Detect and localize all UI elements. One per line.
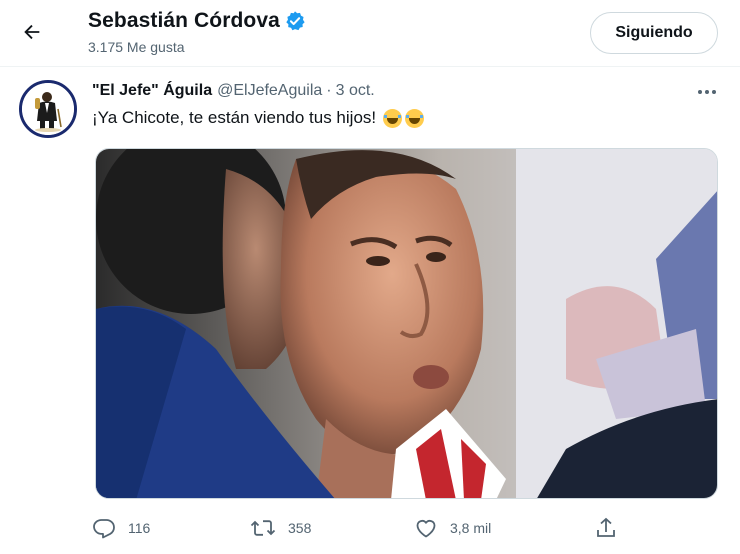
following-button[interactable]: Siguiendo [590, 12, 718, 54]
more-icon [698, 90, 716, 94]
share-icon [597, 517, 615, 537]
author-avatar[interactable] [19, 80, 77, 138]
tweet-date[interactable]: 3 oct. [336, 82, 375, 100]
profile-name-text: Sebastián Córdova [88, 9, 280, 32]
arrow-left-icon [24, 24, 40, 40]
tears-of-joy-emoji-icon [405, 108, 425, 128]
more-options-button[interactable] [694, 82, 720, 102]
share-button[interactable] [594, 512, 618, 544]
likes-count: 3.175 Me gusta [88, 39, 185, 55]
like-count: 3,8 mil [450, 520, 492, 536]
tweet-body: ¡Ya Chicote, te están viendo tus hijos! [92, 108, 377, 127]
heart-icon [416, 520, 436, 538]
verified-badge-icon [284, 10, 306, 32]
back-button[interactable] [18, 18, 46, 46]
tweet-author-row: "El Jefe" Águila @ElJefeAguila · 3 oct. [92, 82, 375, 100]
author-name[interactable]: "El Jefe" Águila [92, 82, 212, 100]
retweet-button[interactable]: 358 [250, 512, 311, 544]
reply-button[interactable]: 116 [92, 512, 150, 544]
avatar-illustration-icon [22, 83, 74, 135]
tears-of-joy-emoji-icon [383, 108, 403, 128]
tweet-actions: 116 358 3,8 mil [92, 512, 652, 544]
like-button[interactable]: 3,8 mil [414, 512, 491, 544]
retweet-count: 358 [288, 520, 312, 536]
reply-icon [93, 519, 115, 539]
profile-name: Sebastián Córdova [88, 9, 306, 33]
retweet-icon [250, 520, 276, 536]
author-handle[interactable]: @ElJefeAguila [217, 82, 322, 100]
media-photo [96, 149, 717, 498]
profile-header: Sebastián Córdova 3.175 Me gusta Siguien… [0, 0, 740, 67]
reply-count: 116 [128, 520, 151, 536]
separator-dot: · [326, 82, 332, 99]
tweet-text: ¡Ya Chicote, te están viendo tus hijos! [92, 108, 425, 128]
tweet-media-image[interactable] [95, 148, 718, 499]
